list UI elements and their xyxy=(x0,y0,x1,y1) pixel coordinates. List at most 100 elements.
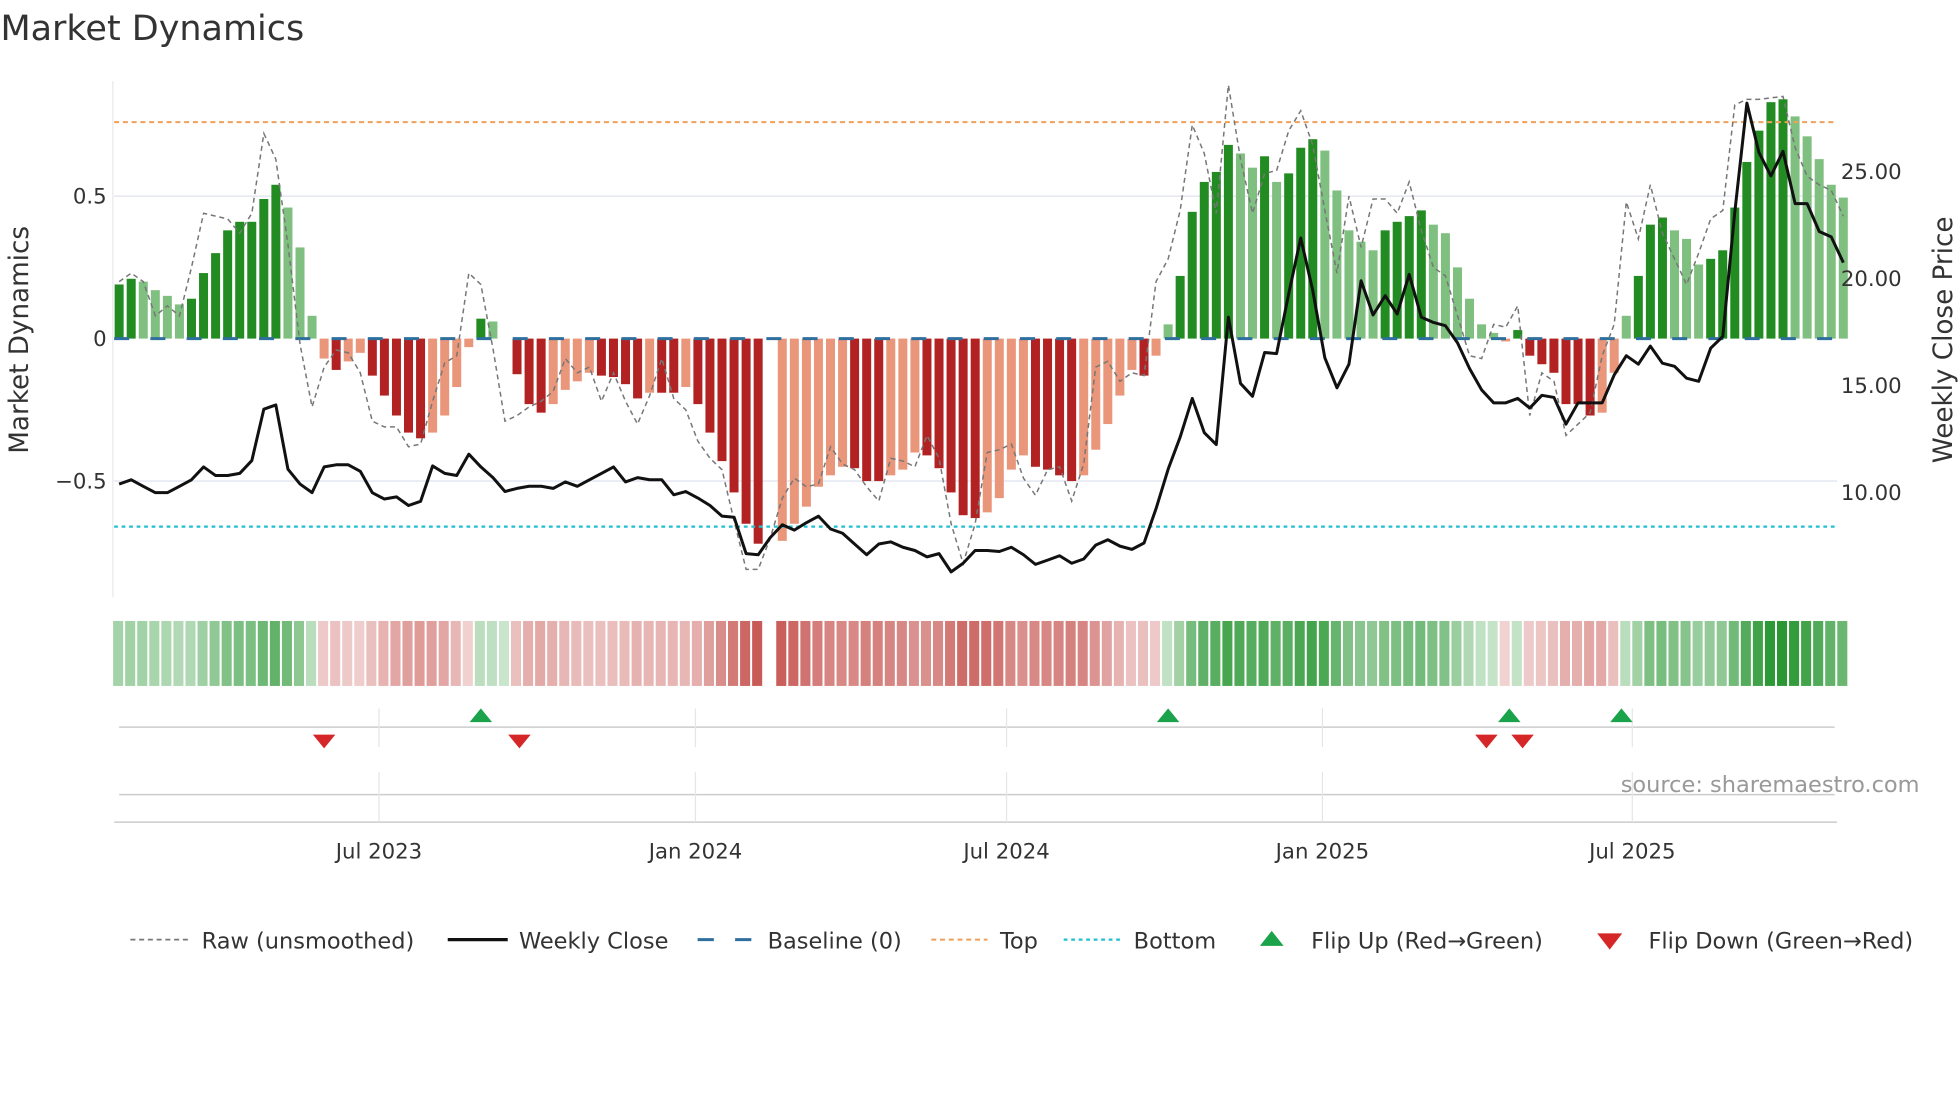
heat-strip-cell xyxy=(1391,620,1402,686)
bar-negative xyxy=(452,338,462,388)
bar-positive xyxy=(1187,211,1197,339)
heat-strip-cell xyxy=(1656,620,1667,686)
heat-strip-cell xyxy=(691,620,702,686)
heat-strip-cell xyxy=(945,620,956,686)
heat-strip-cell xyxy=(1101,620,1112,686)
heat-strip-cell xyxy=(1547,620,1558,686)
bar-negative xyxy=(1151,338,1161,356)
y-tick-label: 0 xyxy=(93,327,107,352)
bar-negative xyxy=(693,338,703,405)
heat-strip-cell xyxy=(523,620,534,686)
bar-positive xyxy=(1633,275,1643,339)
bar-negative xyxy=(669,338,679,393)
flip-up-marker xyxy=(1610,708,1633,723)
bar-negative xyxy=(1115,338,1125,396)
heat-strip-cell xyxy=(1089,620,1100,686)
heat-strip-cell xyxy=(1439,620,1450,686)
bar-positive xyxy=(1742,161,1752,339)
heat-strip-cell xyxy=(1053,620,1064,686)
heat-strip-cell xyxy=(1789,620,1800,686)
flip-down-marker xyxy=(1475,734,1498,749)
heat-strip-cell xyxy=(366,620,377,686)
heat-strip-cell xyxy=(667,620,678,686)
heat-strip-cell xyxy=(1282,620,1293,686)
bar-negative xyxy=(813,338,823,487)
heat-strip-cell xyxy=(607,620,618,686)
bar-negative xyxy=(1091,338,1101,450)
heat-strip-cell xyxy=(547,620,558,686)
bar-positive xyxy=(1814,159,1824,339)
bar-negative xyxy=(946,338,956,493)
heat-strip-cell xyxy=(981,620,992,686)
heat-strip-cell xyxy=(426,620,437,686)
bar-negative xyxy=(645,338,655,393)
bar-negative xyxy=(391,338,401,416)
heat-strip-cell xyxy=(486,620,497,686)
heat-strip-cell xyxy=(752,620,763,686)
heat-strip-cell xyxy=(1728,620,1739,686)
legend-label: Flip Up (Red→Green) xyxy=(1311,928,1543,954)
heat-strip-cell xyxy=(1041,620,1052,686)
heat-strip-cell xyxy=(884,620,895,686)
bar-negative xyxy=(621,338,631,385)
heat-strip-cell xyxy=(1137,620,1149,686)
heat-strip-cell xyxy=(1825,620,1836,686)
heat-strip-cell xyxy=(402,620,413,686)
bar-negative xyxy=(970,338,980,519)
heat-strip-cell xyxy=(957,620,968,686)
heat-strip-cell xyxy=(1511,620,1522,686)
bar-positive xyxy=(1826,184,1836,339)
heat-strip-cell xyxy=(1198,620,1209,686)
heat-strip-cell xyxy=(1306,620,1317,686)
bar-negative xyxy=(681,338,691,388)
bar-positive xyxy=(126,278,136,339)
bar-positive xyxy=(1669,230,1679,339)
legend-item-flipdown: Flip Down (Green→Red) xyxy=(1597,928,1913,954)
heat-strip-cell xyxy=(1403,620,1414,686)
heat-strip-cell xyxy=(993,620,1004,686)
heat-strip-cell xyxy=(257,620,268,686)
bar-negative xyxy=(958,338,968,516)
heat-strip-cell xyxy=(1318,620,1329,686)
heat-strip-cell xyxy=(125,620,136,686)
heat-strip-cell xyxy=(1776,620,1788,686)
bar-positive xyxy=(1163,324,1173,339)
heat-strip-cell xyxy=(643,620,654,686)
bar-negative xyxy=(367,338,377,376)
heat-strip-cell xyxy=(631,620,642,686)
heat-strip-cell xyxy=(1559,620,1571,686)
bar-positive xyxy=(1621,315,1631,339)
heat-strip-cell xyxy=(474,620,485,686)
heat-strip-cell xyxy=(149,620,160,686)
bar-positive xyxy=(247,221,257,339)
heat-strip-cell xyxy=(836,620,847,686)
bar-positive xyxy=(186,298,196,339)
bar-positive xyxy=(1657,217,1667,339)
bar-positive xyxy=(271,184,281,339)
heat-strip-cell xyxy=(438,620,449,686)
y-tick-label: 0.5 xyxy=(73,185,107,210)
bar-negative xyxy=(524,338,534,405)
bar-negative xyxy=(379,338,389,396)
heat-strip-cell xyxy=(1487,620,1498,686)
heat-strip-cell xyxy=(1427,620,1438,686)
heat-strip-cell xyxy=(1270,620,1281,686)
bar-negative xyxy=(512,338,522,375)
bar-positive xyxy=(1272,181,1282,339)
heat-strip-cell xyxy=(1246,620,1257,686)
heat-strip-cell xyxy=(1162,620,1173,686)
bar-negative xyxy=(657,338,667,393)
heat-strip-cell xyxy=(1535,620,1546,686)
bar-negative xyxy=(789,338,799,524)
bar-negative xyxy=(428,338,438,433)
heat-strip-cell xyxy=(908,620,919,686)
bar-negative xyxy=(741,338,751,524)
bar-positive xyxy=(1645,224,1655,339)
bar-positive xyxy=(259,199,269,339)
heat-strip-cell xyxy=(113,620,124,686)
heat-strip-cell xyxy=(800,620,811,686)
bar-negative xyxy=(464,338,474,348)
bar-positive xyxy=(295,247,305,339)
bar-negative xyxy=(404,338,414,433)
bar-positive xyxy=(174,304,184,339)
